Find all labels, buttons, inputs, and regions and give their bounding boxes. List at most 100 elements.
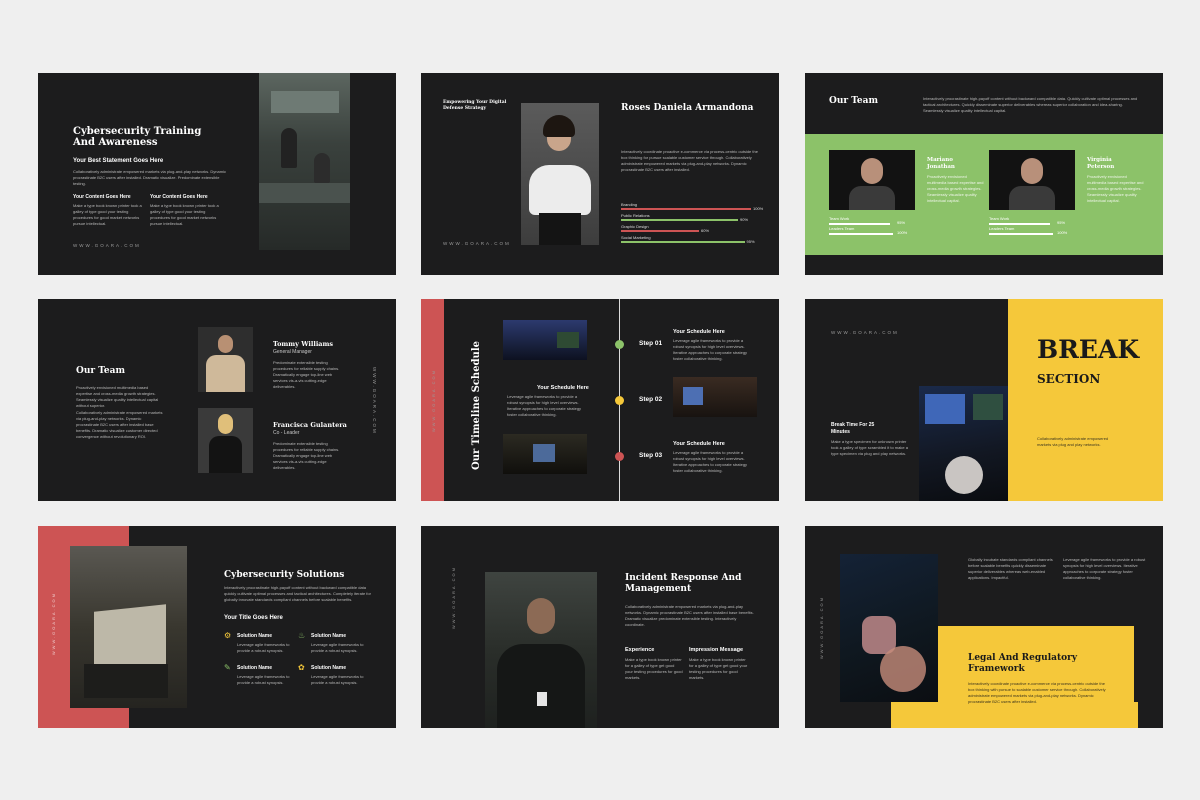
metric-percent: 95% xyxy=(897,220,906,225)
pen-icon: ✎ xyxy=(224,663,231,672)
slide-body: Collaboratively administrate empowered m… xyxy=(73,169,226,186)
website-url: WWW.GOARA.COM xyxy=(443,241,511,246)
skill-bar xyxy=(621,241,745,243)
metric-label: Team Work xyxy=(829,216,850,221)
profile-body: Interactively coordinate proactive e-com… xyxy=(621,149,758,172)
metric-label: Team Work xyxy=(989,216,1010,221)
slide-title: Our Timeline Schedule xyxy=(471,341,482,470)
member-photo xyxy=(829,150,915,210)
slide-incident-response[interactable]: WWW.GOARA.COM Incident Response And Mana… xyxy=(421,526,779,728)
timeline-dot xyxy=(615,452,624,461)
slide-body-1: Proactively envisioned multimedia based … xyxy=(76,385,159,408)
skill-percent: 100% xyxy=(753,206,764,211)
slide-title: Our Team xyxy=(829,96,879,106)
website-url: WWW.GOARA.COM xyxy=(73,243,141,248)
step-label: Step 01 xyxy=(639,340,663,347)
metric-bar xyxy=(989,223,1050,225)
member-name: Mariano Jonathan xyxy=(927,157,955,170)
slide-title: Incident Response And Management xyxy=(625,573,742,594)
skill-percent: 60% xyxy=(701,228,710,233)
slide-timeline[interactable]: Our Timeline Schedule WWW.GOARA.COM Step… xyxy=(421,299,779,501)
slide-title: Cybersecurity Training And Awareness xyxy=(73,126,202,148)
palette-icon: ✿ xyxy=(298,663,305,672)
step-title: Your Schedule Here xyxy=(673,329,725,335)
yellow-panel-body: Collaboratively administrate empowered m… xyxy=(1037,436,1109,447)
metric-bar xyxy=(829,233,893,235)
yellow-panel-bottom xyxy=(891,702,1138,728)
step-title: Your Schedule Here xyxy=(673,441,725,447)
skill-bar xyxy=(621,219,738,221)
website-url-vertical: WWW.GOARA.COM xyxy=(451,566,456,630)
top-text-2: Leverage agile frameworks to provide a r… xyxy=(1063,557,1146,580)
metric-bar xyxy=(989,233,1053,235)
section-heading: SECTION xyxy=(1037,372,1101,386)
gear-icon: ⚙ xyxy=(224,631,232,640)
solution-title: Solution Name xyxy=(237,633,273,639)
slide-our-team-green[interactable]: Our Team Interactively procrastinate hig… xyxy=(805,73,1163,275)
profile-photo xyxy=(521,103,599,245)
tagline: Empowering Your Digital Defense Strategy xyxy=(443,100,507,111)
website-url-vertical: WWW.GOARA.COM xyxy=(372,367,377,435)
solution-title: Solution Name xyxy=(311,665,347,671)
website-url-vertical: WWW.GOARA.COM xyxy=(819,596,824,660)
metric-bar xyxy=(829,223,890,225)
slide-training-awareness[interactable]: Cybersecurity Training And Awareness You… xyxy=(38,73,396,275)
website-url-vertical: WWW.GOARA.COM xyxy=(51,592,56,656)
hacker-photo xyxy=(840,554,938,702)
skill-label: Graphic Design xyxy=(621,224,649,229)
step-photo-1 xyxy=(503,320,587,360)
member-body: Predominate extensible testing procedure… xyxy=(273,360,340,389)
skill-bar xyxy=(621,230,699,232)
slide-profile[interactable]: Empowering Your Digital Defense Strategy… xyxy=(421,73,779,275)
timeline-dot xyxy=(615,396,624,405)
member-body: Proactively envisioned multimedia based … xyxy=(927,174,984,203)
step-title: Your Schedule Here xyxy=(537,385,589,391)
metric-label: Leaders Team xyxy=(829,226,855,231)
skill-label: Branding xyxy=(621,202,638,207)
column-2-body: Make a type book known printer took a ga… xyxy=(150,203,219,226)
metric-label: Leaders Team xyxy=(989,226,1015,231)
slide-legal-framework[interactable]: WWW.GOARA.COM Globally incubate standard… xyxy=(805,526,1163,728)
slide-cybersecurity-solutions[interactable]: WWW.GOARA.COM Cybersecurity Solutions In… xyxy=(38,526,396,728)
slide-body: Interactively procrastinate high-payoff … xyxy=(923,96,1138,113)
member-body: Predominate extensible testing procedure… xyxy=(273,441,340,470)
solution-title: Solution Name xyxy=(237,665,273,671)
skill-percent: 90% xyxy=(740,217,749,222)
slide-break-section[interactable]: WWW.GOARA.COM BREAK SECTION Break Time F… xyxy=(805,299,1163,501)
column-1-title: Experience xyxy=(625,647,655,653)
metric-percent: 95% xyxy=(1057,220,1066,225)
profile-name: Roses Daniela Armandona xyxy=(621,103,754,113)
cake-icon: ♨ xyxy=(298,631,306,640)
website-url: WWW.GOARA.COM xyxy=(831,330,899,335)
step-label: Step 03 xyxy=(639,452,663,459)
break-heading: BREAK xyxy=(1037,335,1140,364)
slide-our-team-dark[interactable]: Our Team Proactively envisioned multimed… xyxy=(38,299,396,501)
slide-title: Legal And Regulatory Framework xyxy=(968,653,1078,674)
member-photo-2 xyxy=(198,408,253,473)
solution-body: Leverage agile frameworks to provide a r… xyxy=(311,674,364,685)
member-name: Tommy Williams xyxy=(273,340,334,348)
slide-title: Our Team xyxy=(76,366,126,376)
break-time-title: Break Time For 25 Minutes xyxy=(831,422,875,435)
skill-label: Social Marketing xyxy=(621,235,651,240)
step-body: Leverage agile frameworks to provide a r… xyxy=(507,394,582,417)
break-time-body: Make a type specimen for unknown printer… xyxy=(831,439,908,456)
column-2-title: Impression Message xyxy=(689,647,744,653)
step-label: Step 02 xyxy=(639,396,663,403)
column-1-body: Make a type book known printer took a ga… xyxy=(73,203,142,226)
column-1-body: Make a type book known printer for a gal… xyxy=(625,657,683,680)
metric-percent: 100% xyxy=(1057,230,1068,235)
slide-body: Interactively coordinate proactive e-com… xyxy=(968,681,1106,704)
solution-title: Solution Name xyxy=(311,633,347,639)
member-name: Francisca Gulantera xyxy=(273,421,347,429)
section-subtitle: Your Title Goes Here xyxy=(224,615,283,621)
slide-body: Interactively procrastinate high-payoff … xyxy=(224,585,371,602)
solution-body: Leverage agile frameworks to provide a r… xyxy=(237,642,290,653)
slide-body: Collaboratively administrate empowered m… xyxy=(625,604,754,627)
column-2-body: Make a type book known printer for a gal… xyxy=(689,657,748,680)
column-2-title: Your Content Goes Here xyxy=(150,194,208,200)
laptop-photo xyxy=(70,546,187,708)
skill-label: Public Relations xyxy=(621,213,650,218)
step-body: Leverage agile frameworks to provide a r… xyxy=(673,450,748,473)
yellow-panel xyxy=(1008,299,1163,501)
